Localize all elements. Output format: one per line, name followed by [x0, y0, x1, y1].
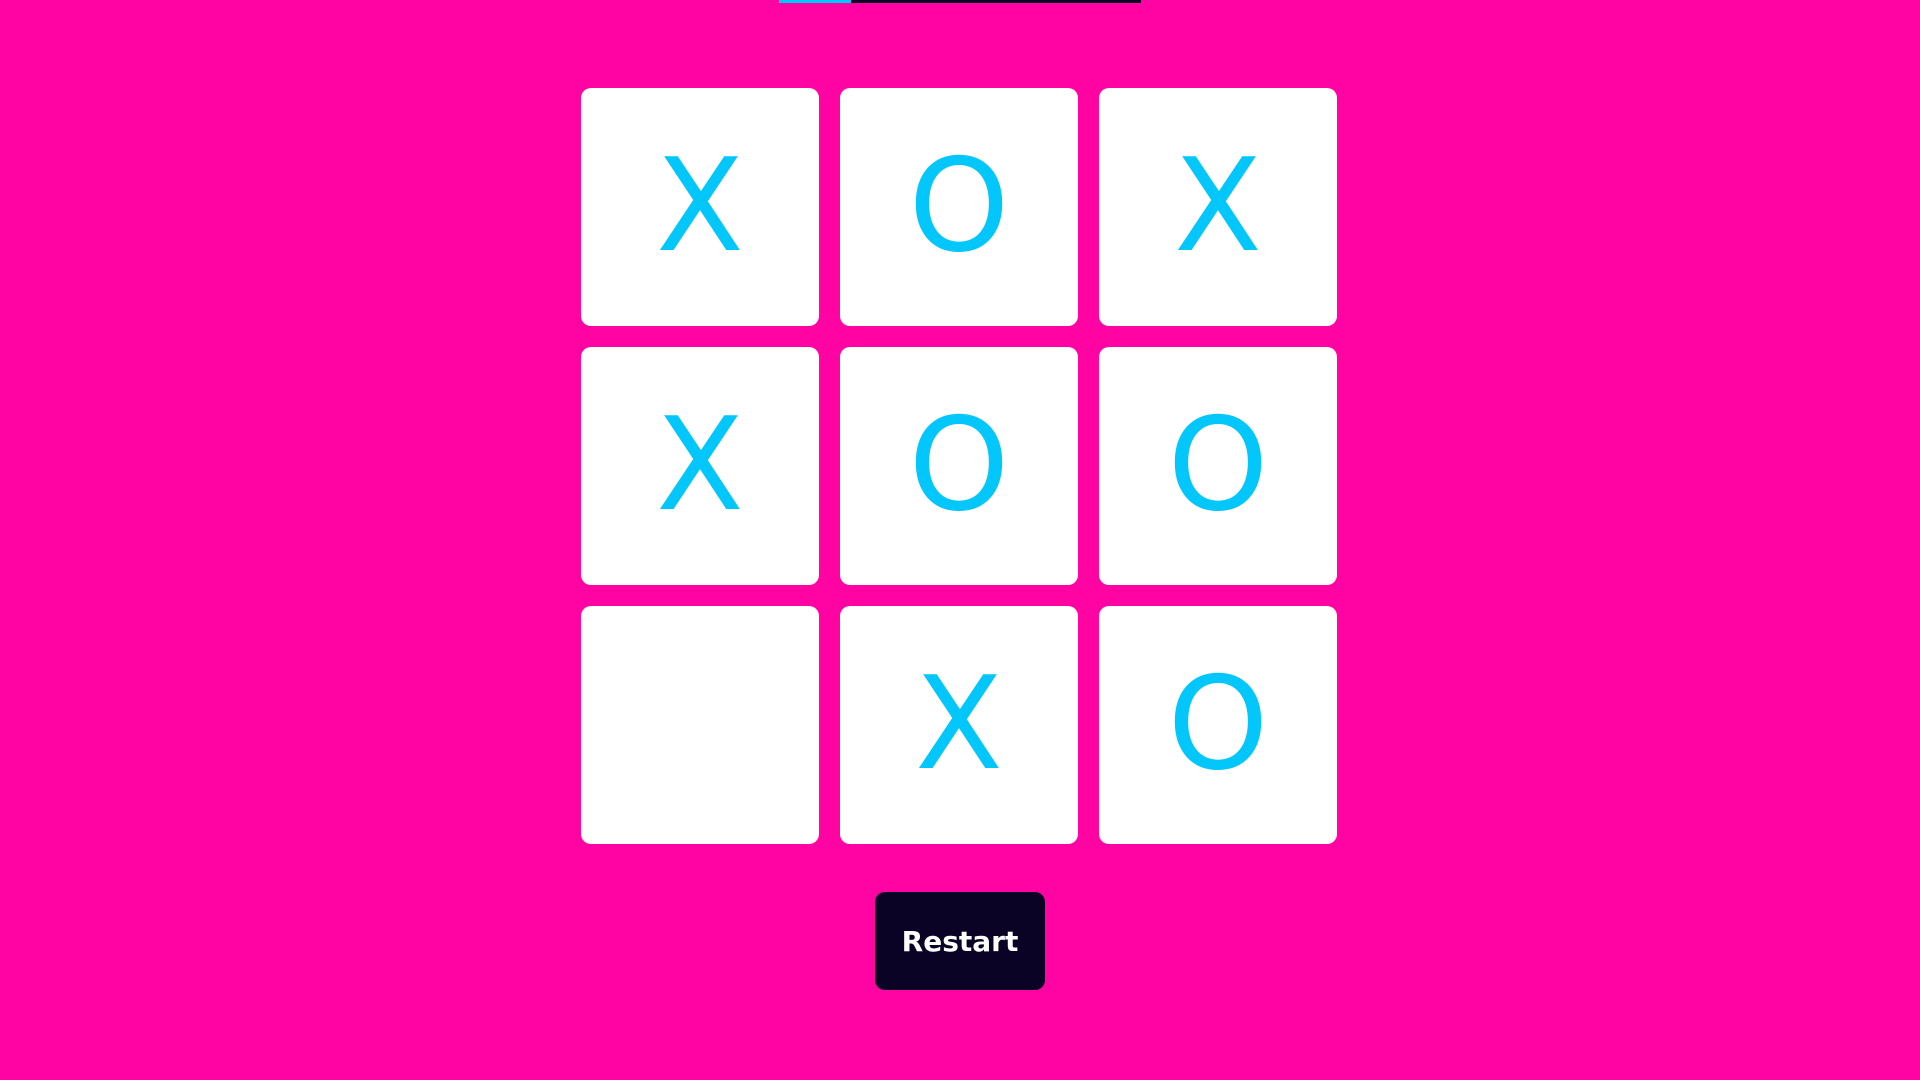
- board-cell-4[interactable]: X: [581, 347, 819, 585]
- cell-mark: O: [908, 132, 1010, 281]
- cell-mark: O: [908, 391, 1010, 540]
- board-cell-6[interactable]: O: [1099, 347, 1337, 585]
- cell-mark: X: [656, 132, 744, 281]
- turn-progress-bar: [779, 0, 1141, 3]
- cell-mark: X: [915, 650, 1003, 799]
- board-cell-2[interactable]: O: [840, 88, 1078, 326]
- board-cell-5[interactable]: O: [840, 347, 1078, 585]
- board-cell-8[interactable]: X: [840, 606, 1078, 844]
- restart-button[interactable]: Restart: [875, 892, 1045, 990]
- turn-progress-fill: [779, 0, 852, 3]
- board-cell-7[interactable]: [581, 606, 819, 844]
- board-cell-3[interactable]: X: [1099, 88, 1337, 326]
- cell-mark: X: [656, 391, 744, 540]
- cell-mark: X: [1174, 132, 1262, 281]
- cell-mark: O: [1167, 391, 1269, 540]
- board-cell-1[interactable]: X: [581, 88, 819, 326]
- board-cell-9[interactable]: O: [1099, 606, 1337, 844]
- cell-mark: O: [1167, 650, 1269, 799]
- game-board: X O X X O O X O: [581, 88, 1339, 846]
